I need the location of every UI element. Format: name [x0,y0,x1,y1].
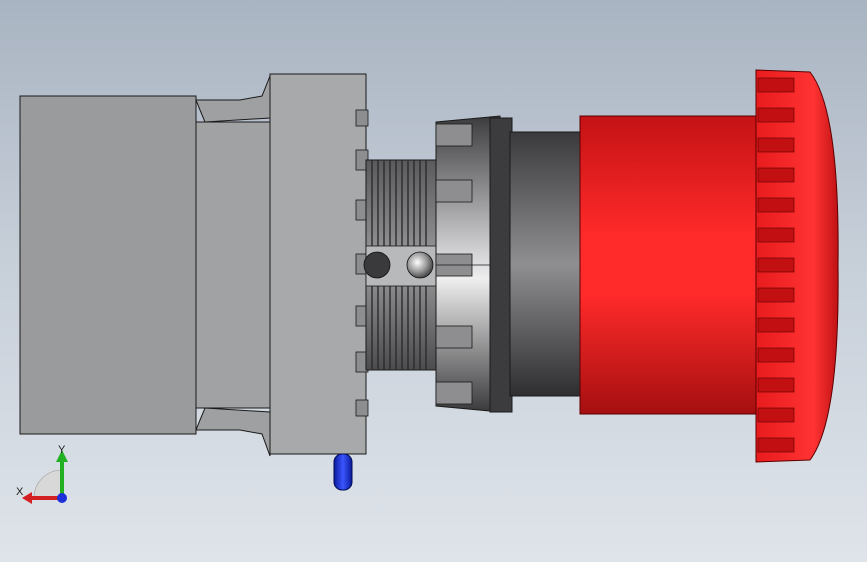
mounting-adapter[interactable] [269,73,369,455]
z-axis-dot [57,493,67,503]
threaded-bushing[interactable] [363,159,437,371]
x-axis-label: X [16,486,24,498]
red-actuator-body[interactable] [579,115,761,415]
button-sleeve[interactable] [509,131,583,397]
locking-collar[interactable] [435,115,513,413]
model-scene[interactable] [0,0,867,562]
contact-block[interactable] [19,75,283,457]
mushroom-head[interactable] [755,69,839,463]
y-axis-label: Y [58,444,66,456]
graphics-viewport[interactable]: Y X [0,0,867,562]
blue-indicator-pin[interactable] [333,453,353,491]
